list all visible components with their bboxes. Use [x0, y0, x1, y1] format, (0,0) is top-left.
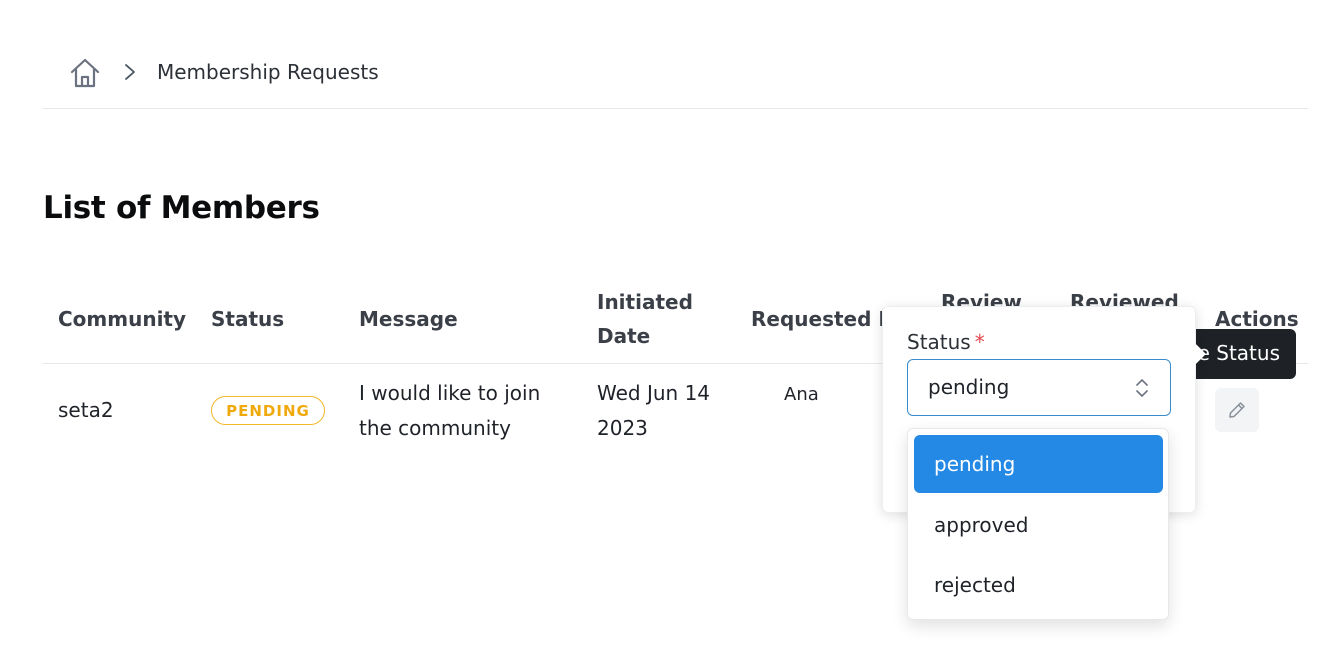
breadcrumb: Membership Requests — [42, 40, 1308, 109]
chevron-right-icon — [125, 64, 135, 80]
status-badge: PENDING — [211, 396, 325, 425]
option-approved[interactable]: approved — [914, 496, 1163, 554]
page-title: List of Members — [43, 190, 320, 226]
cell-message-line2: the community — [359, 416, 511, 440]
pencil-icon — [1229, 402, 1245, 418]
home-icon[interactable] — [68, 56, 102, 90]
column-header-initiated-date-line2[interactable]: Date — [597, 319, 650, 353]
status-label-text: Status — [907, 330, 971, 354]
status-options-menu: pending approved rejected — [907, 428, 1169, 620]
option-pending[interactable]: pending — [914, 435, 1163, 493]
column-header-community[interactable]: Community — [58, 302, 186, 336]
option-rejected[interactable]: rejected — [914, 556, 1163, 614]
column-header-initiated-date-line1[interactable]: Initiated — [597, 285, 693, 319]
breadcrumb-current: Membership Requests — [157, 60, 379, 84]
cell-date-line1: Wed Jun 14 — [597, 381, 711, 405]
status-select[interactable]: pending — [907, 359, 1171, 416]
column-header-status[interactable]: Status — [211, 302, 284, 336]
chevron-updown-icon — [1136, 379, 1148, 397]
required-mark: * — [974, 330, 985, 354]
column-header-message[interactable]: Message — [359, 302, 458, 336]
edit-status-button[interactable] — [1215, 388, 1259, 432]
status-field-label: Status * — [907, 330, 985, 354]
cell-date-line2: 2023 — [597, 416, 648, 440]
cell-requested-by: Ana — [784, 384, 819, 405]
cell-community: seta2 — [58, 398, 114, 422]
status-select-value: pending — [928, 375, 1010, 399]
cell-message-line1: I would like to join — [359, 381, 541, 405]
